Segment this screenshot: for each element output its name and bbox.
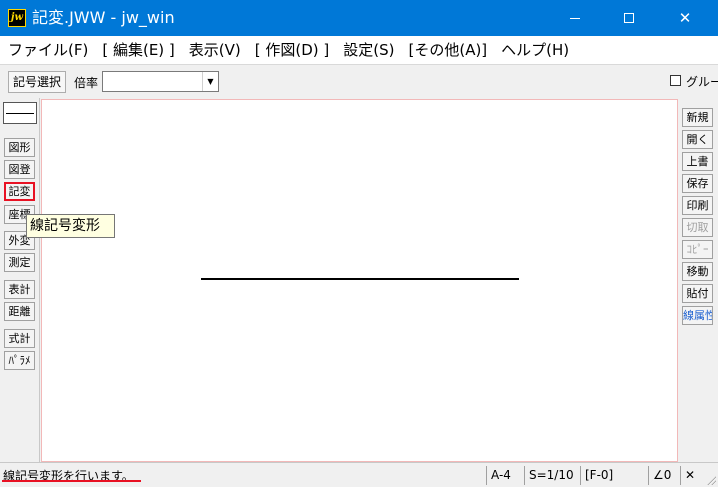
group-checkbox[interactable] bbox=[670, 75, 681, 86]
maximize-button[interactable] bbox=[606, 0, 652, 36]
title-bar[interactable]: jw 記変.JWW - jw_win ✕ bbox=[0, 0, 718, 36]
minimize-icon bbox=[570, 17, 580, 19]
scale-combobox[interactable]: ▼ bbox=[102, 71, 219, 92]
close-icon: ✕ bbox=[678, 8, 692, 27]
symbol-select-button[interactable]: 記号選択 bbox=[8, 71, 67, 93]
status-bar: 線記号変形を行います。 A-4 S=1/10 [F-0] ∠0 ✕ bbox=[0, 462, 718, 487]
tool-distance-button[interactable]: 距離 bbox=[4, 302, 35, 321]
tool-figure-register-button[interactable]: 図登 bbox=[4, 160, 35, 179]
menu-bar: ファイル(F) [ 編集(E) ] 表示(V) [ 作図(D) ] 設定(S) … bbox=[0, 36, 718, 64]
menu-other[interactable]: [その他(A)] bbox=[404, 36, 491, 64]
copy-button[interactable]: ｺﾋﾟｰ bbox=[682, 240, 713, 259]
tooltip: 線記号変形 bbox=[26, 214, 115, 238]
toolbar: 記号選択 倍率 ▼ グルー bbox=[0, 64, 718, 98]
group-label: グルー bbox=[686, 75, 718, 89]
overwrite-button[interactable]: 上書 bbox=[682, 152, 713, 171]
tool-figure-button[interactable]: 図形 bbox=[4, 138, 35, 157]
chevron-down-icon[interactable]: ▼ bbox=[202, 72, 218, 91]
status-layer[interactable]: [F-0] bbox=[580, 466, 613, 485]
status-message-underline bbox=[2, 480, 141, 482]
scale-label: 倍率 bbox=[74, 76, 99, 90]
tool-formula-calc-button[interactable]: 式計 bbox=[4, 329, 35, 348]
menu-draw[interactable]: [ 作図(D) ] bbox=[251, 36, 334, 64]
app-icon[interactable]: jw bbox=[8, 9, 26, 27]
resize-grip-icon[interactable] bbox=[706, 475, 716, 485]
menu-settings[interactable]: 設定(S) bbox=[339, 36, 398, 64]
new-button[interactable]: 新規 bbox=[682, 108, 713, 127]
maximize-icon bbox=[624, 13, 634, 23]
menu-file[interactable]: ファイル(F) bbox=[4, 36, 92, 64]
tool-measure-button[interactable]: 測定 bbox=[4, 253, 35, 272]
drawn-line[interactable] bbox=[201, 278, 519, 280]
window-title: 記変.JWW - jw_win bbox=[32, 8, 175, 27]
line-attribute-button[interactable]: 線属性 bbox=[682, 306, 713, 325]
tool-parameter-button[interactable]: ﾊﾟﾗﾒ bbox=[4, 351, 35, 370]
minimize-button[interactable] bbox=[552, 0, 598, 36]
close-button[interactable]: ✕ bbox=[662, 0, 708, 36]
status-paper-size[interactable]: A-4 bbox=[486, 466, 511, 485]
status-close-icon[interactable]: ✕ bbox=[680, 466, 700, 485]
paste-button[interactable]: 貼付 bbox=[682, 284, 713, 303]
menu-edit[interactable]: [ 編集(E) ] bbox=[98, 36, 178, 64]
menu-help[interactable]: ヘルプ(H) bbox=[497, 36, 573, 64]
status-scale[interactable]: S=1/10 bbox=[524, 466, 574, 485]
left-tool-panel: 図形 図登 記変 座標 外変 測定 表計 距離 式計 ﾊﾟﾗﾒ bbox=[0, 98, 40, 462]
menu-view[interactable]: 表示(V) bbox=[185, 36, 245, 64]
cut-button[interactable]: 切取 bbox=[682, 218, 713, 237]
drawing-canvas[interactable] bbox=[41, 99, 678, 462]
open-button[interactable]: 開く bbox=[682, 130, 713, 149]
print-button[interactable]: 印刷 bbox=[682, 196, 713, 215]
tool-symbol-transform-button[interactable]: 記変 bbox=[4, 182, 35, 201]
save-button[interactable]: 保存 bbox=[682, 174, 713, 193]
move-button[interactable]: 移動 bbox=[682, 262, 713, 281]
right-tool-panel: 新規 開く 上書 保存 印刷 切取 ｺﾋﾟｰ 移動 貼付 線属性 bbox=[679, 98, 718, 462]
line-type-selector[interactable] bbox=[3, 102, 37, 124]
status-angle[interactable]: ∠0 bbox=[648, 466, 671, 485]
tool-table-calc-button[interactable]: 表計 bbox=[4, 280, 35, 299]
